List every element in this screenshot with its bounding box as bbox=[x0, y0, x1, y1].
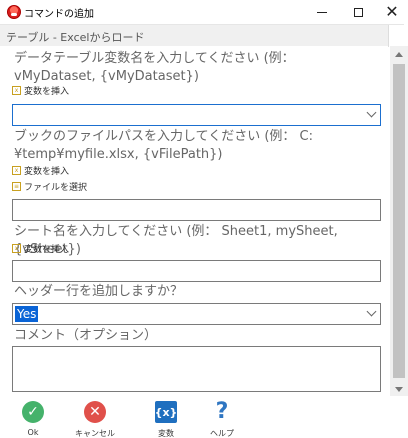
variable-label: 変数 bbox=[158, 429, 174, 438]
sheet-label: シート名を入力してください (例： Sheet1, mySheet, {vShe… bbox=[14, 224, 338, 257]
header-side-button[interactable] bbox=[388, 25, 404, 47]
variable-button[interactable]: {x} 変数 bbox=[141, 401, 191, 438]
filepath-select-file-text: ファイルを選択 bbox=[24, 183, 88, 193]
ok-label: Ok bbox=[27, 428, 39, 437]
maximize-icon bbox=[353, 7, 363, 17]
question-icon: ? bbox=[215, 399, 229, 424]
sheet-insert-variable-link[interactable]: x 変数を挿入 bbox=[12, 242, 69, 255]
check-icon: ✓ bbox=[22, 401, 44, 423]
dataset-combobox[interactable] bbox=[12, 104, 381, 126]
scroll-up-arrow-icon[interactable] bbox=[395, 52, 403, 57]
variable-small-icon: x bbox=[12, 86, 21, 95]
sheet-insert-variable-text: 変数を挿入 bbox=[24, 245, 70, 255]
dataset-insert-variable-text: 変数を挿入 bbox=[24, 87, 70, 97]
filepath-insert-variable-link[interactable]: x 変数を挿入 bbox=[12, 164, 69, 177]
sheet-input[interactable] bbox=[12, 260, 381, 282]
dataset-insert-variable-link[interactable]: x 変数を挿入 bbox=[12, 84, 69, 97]
help-button[interactable]: ? ヘルプ bbox=[197, 399, 247, 438]
scroll-down-arrow-icon[interactable] bbox=[395, 387, 403, 392]
file-icon: ≡ bbox=[12, 182, 21, 191]
dataset-label: データテーブル変数名を入力してください (例： vMyDataset, {vMy… bbox=[14, 51, 295, 84]
variable-small-icon: x bbox=[12, 166, 21, 175]
command-header-text: テーブル - Excelからロード bbox=[6, 31, 145, 44]
filepath-label: ブックのファイルパスを入力してください (例： C:¥temp¥myfile.x… bbox=[14, 129, 314, 162]
close-button[interactable]: ✕ bbox=[370, 0, 408, 24]
scrollbar-thumb[interactable] bbox=[393, 64, 405, 378]
header-row-select[interactable]: Yes bbox=[12, 303, 381, 325]
window-title: コマンドの追加 bbox=[24, 9, 94, 20]
cancel-label: キャンセル bbox=[75, 429, 115, 438]
header-row-selected-value: Yes bbox=[15, 306, 39, 322]
app-logo-icon bbox=[7, 5, 21, 19]
x-icon: ✕ bbox=[84, 401, 106, 423]
chevron-down-icon[interactable] bbox=[366, 306, 377, 317]
header-row-label: ヘッダー行を追加しますか？ bbox=[14, 284, 184, 299]
minimize-icon bbox=[317, 11, 327, 13]
filepath-insert-variable-text: 変数を挿入 bbox=[24, 167, 70, 177]
comment-textarea[interactable] bbox=[12, 346, 381, 392]
close-icon: ✕ bbox=[385, 2, 399, 21]
filepath-select-file-link[interactable]: ≡ ファイルを選択 bbox=[12, 180, 87, 193]
comment-label: コメント（オプション） bbox=[14, 328, 158, 343]
vertical-scrollbar[interactable] bbox=[390, 46, 408, 396]
footer-toolbar: ✓ Ok ✕ キャンセル {x} 変数 ? ヘルプ bbox=[0, 396, 408, 438]
variable-small-icon: x bbox=[12, 244, 21, 253]
variable-icon: {x} bbox=[155, 401, 177, 423]
chevron-down-icon[interactable] bbox=[366, 107, 377, 118]
help-label: ヘルプ bbox=[210, 429, 234, 438]
filepath-input[interactable] bbox=[12, 199, 381, 221]
title-bar: コマンドの追加 ✕ bbox=[0, 0, 408, 24]
ok-button[interactable]: ✓ Ok bbox=[8, 401, 58, 437]
form-area: データテーブル変数名を入力してください (例： vMyDataset, {vMy… bbox=[0, 46, 390, 394]
command-header: テーブル - Excelからロード bbox=[0, 24, 404, 47]
cancel-button[interactable]: ✕ キャンセル bbox=[70, 401, 120, 438]
